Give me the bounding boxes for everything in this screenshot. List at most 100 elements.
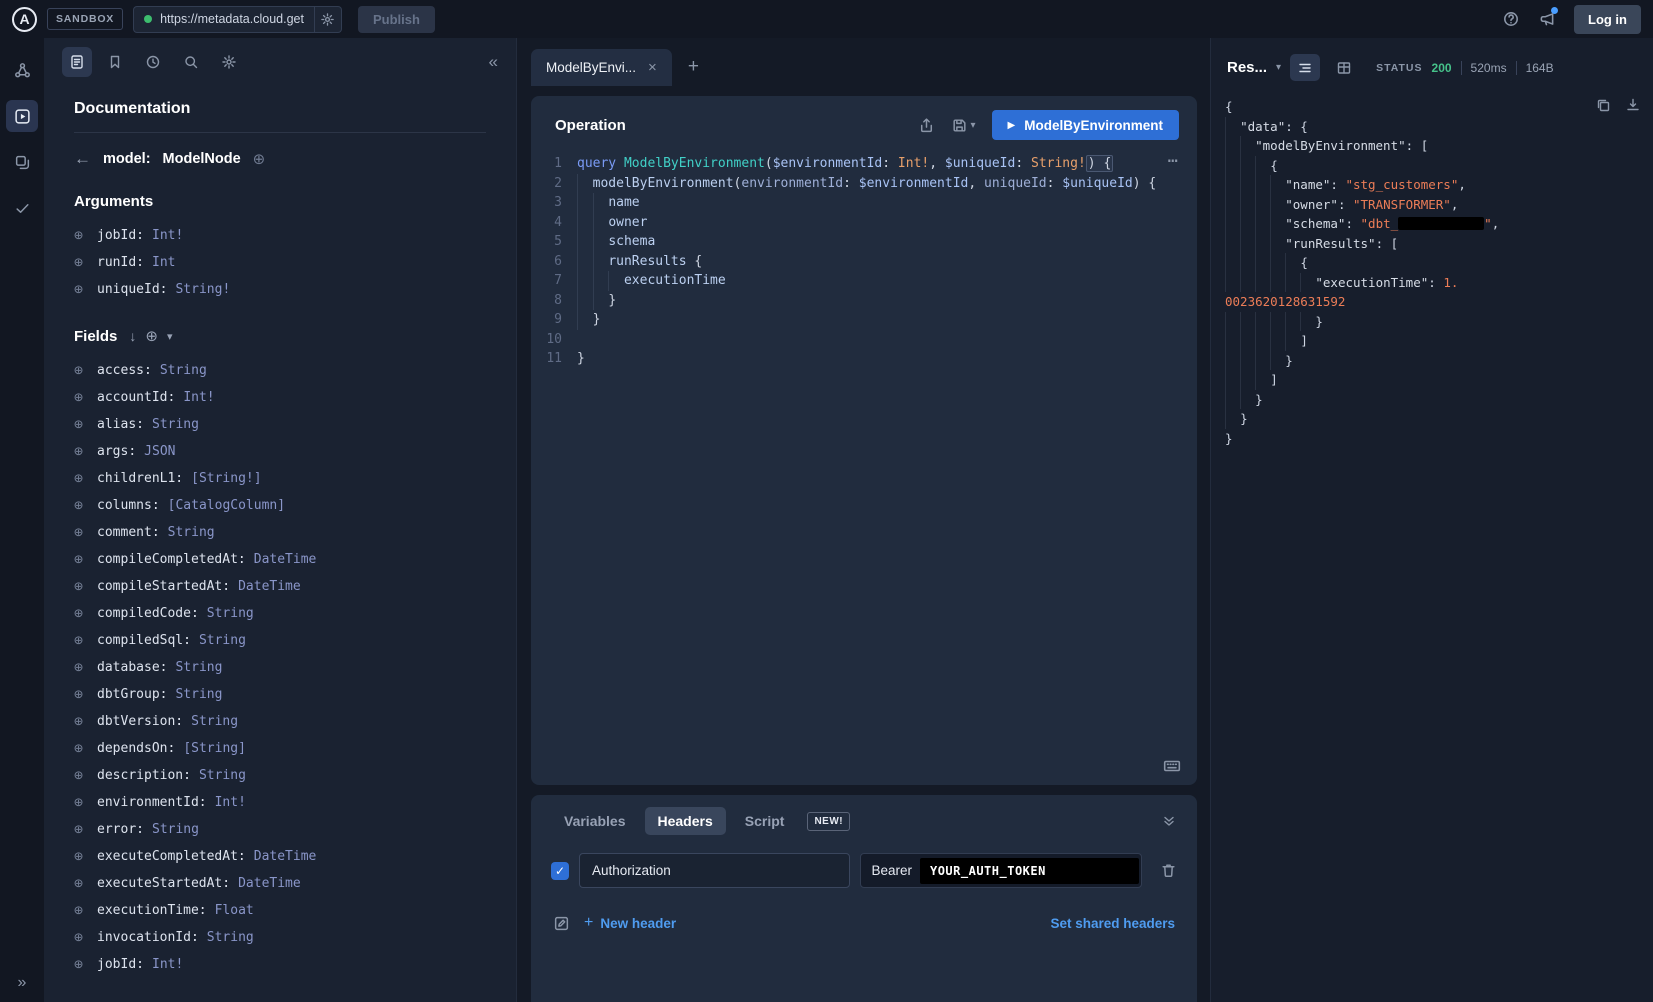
operation-tab[interactable]: ModelByEnvi... × [531, 49, 672, 86]
doc-field-row[interactable]: ⊕runId:Int [74, 249, 486, 276]
doc-field-row[interactable]: ⊕access:String [74, 357, 486, 384]
field-type[interactable]: DateTime [238, 876, 301, 891]
close-tab-icon[interactable]: × [648, 59, 657, 76]
field-type[interactable]: Float [215, 903, 254, 918]
doc-field-row[interactable]: ⊕invocationId:String [74, 924, 486, 951]
editor-menu-button[interactable]: ⋯ [1168, 152, 1179, 172]
add-to-query-icon[interactable]: ⊕ [74, 363, 83, 378]
doc-field-row[interactable]: ⊕description:String [74, 762, 486, 789]
copy-response-button[interactable] [1595, 97, 1611, 113]
doc-field-row[interactable]: ⊕executeStartedAt:DateTime [74, 870, 486, 897]
field-type[interactable]: DateTime [254, 552, 317, 567]
auth-token-pill[interactable]: YOUR_AUTH_TOKEN [920, 858, 1139, 884]
share-operation-button[interactable] [918, 117, 935, 134]
doc-field-row[interactable]: ⊕executeCompletedAt:DateTime [74, 843, 486, 870]
field-type[interactable]: String [152, 417, 199, 432]
doc-field-row[interactable]: ⊕compiledCode:String [74, 600, 486, 627]
add-to-query-icon[interactable]: ⊕ [74, 282, 83, 297]
doc-field-row[interactable]: ⊕uniqueId:String! [74, 276, 486, 303]
add-to-query-icon[interactable]: ⊕ [74, 228, 83, 243]
nav-checklist-button[interactable] [6, 192, 38, 224]
add-to-query-icon[interactable]: ⊕ [74, 525, 83, 540]
add-to-query-icon[interactable]: ⊕ [74, 660, 83, 675]
doc-field-row[interactable]: ⊕compiledSql:String [74, 627, 486, 654]
add-to-query-icon[interactable]: ⊕ [74, 822, 83, 837]
response-dropdown-chevron-icon[interactable]: ▾ [1276, 62, 1281, 73]
doc-field-row[interactable]: ⊕compileStartedAt:DateTime [74, 573, 486, 600]
add-to-query-icon[interactable]: ⊕ [74, 768, 83, 783]
save-operation-button[interactable]: ▾ [951, 117, 976, 134]
new-header-button[interactable]: + New header [584, 914, 676, 932]
doc-field-row[interactable]: ⊕dbtVersion:String [74, 708, 486, 735]
delete-header-button[interactable] [1160, 862, 1177, 879]
field-type[interactable]: String [175, 687, 222, 702]
add-to-query-icon[interactable]: ⊕ [74, 876, 83, 891]
add-to-query-icon[interactable]: ⊕ [74, 255, 83, 270]
field-type[interactable]: String! [175, 282, 230, 297]
nav-explorer-button[interactable] [6, 100, 38, 132]
add-to-query-icon[interactable]: ⊕ [74, 687, 83, 702]
add-to-query-icon[interactable]: ⊕ [74, 417, 83, 432]
fields-options-chevron-icon[interactable]: ▾ [167, 330, 173, 343]
collapse-panel-button[interactable] [1161, 813, 1177, 829]
collapse-docs-button[interactable]: « [489, 52, 498, 72]
set-shared-headers-link[interactable]: Set shared headers [1050, 916, 1175, 931]
add-to-query-icon[interactable]: ⊕ [74, 606, 83, 621]
add-to-query-icon[interactable]: ⊕ [74, 633, 83, 648]
environment-variables-button[interactable] [553, 915, 570, 932]
field-type[interactable]: [CatalogColumn] [168, 498, 285, 513]
field-type[interactable]: String [191, 714, 238, 729]
field-type[interactable]: String [207, 606, 254, 621]
doc-field-row[interactable]: ⊕compileCompletedAt:DateTime [74, 546, 486, 573]
field-type[interactable]: String [168, 525, 215, 540]
doc-field-row[interactable]: ⊕jobId:Int! [74, 951, 486, 978]
field-type[interactable]: String [160, 363, 207, 378]
saved-operations-button[interactable] [100, 47, 130, 77]
doc-field-row[interactable]: ⊕accountId:Int! [74, 384, 486, 411]
doc-field-row[interactable]: ⊕jobId:Int! [74, 222, 486, 249]
add-all-fields-icon[interactable]: ⊕ [145, 327, 158, 345]
nav-schema-button[interactable] [6, 54, 38, 86]
history-button[interactable] [138, 47, 168, 77]
login-button[interactable]: Log in [1574, 5, 1641, 34]
field-type[interactable]: String [199, 768, 246, 783]
sort-fields-icon[interactable]: ↓ [129, 328, 136, 344]
add-to-query-icon[interactable]: ⊕ [74, 552, 83, 567]
doc-field-row[interactable]: ⊕childrenL1:[String!] [74, 465, 486, 492]
field-type[interactable]: DateTime [238, 579, 301, 594]
new-tab-button[interactable]: + [682, 56, 705, 86]
add-to-query-icon[interactable]: ⊕ [74, 741, 83, 756]
field-type[interactable]: Int! [152, 228, 183, 243]
add-to-query-icon[interactable]: ⊕ [74, 903, 83, 918]
docs-settings-button[interactable] [214, 47, 244, 77]
add-to-query-icon[interactable]: ⊕ [74, 498, 83, 513]
field-type[interactable]: String [152, 822, 199, 837]
add-to-query-icon[interactable]: ⊕ [74, 957, 83, 972]
apollo-logo[interactable]: A [12, 7, 37, 32]
help-button[interactable] [1498, 6, 1524, 32]
tab-script[interactable]: Script [732, 807, 798, 835]
doc-field-row[interactable]: ⊕comment:String [74, 519, 486, 546]
download-response-button[interactable] [1625, 97, 1641, 113]
header-key-input[interactable]: Authorization [579, 853, 850, 888]
expand-rail-button[interactable]: » [18, 974, 27, 992]
add-to-query-icon[interactable]: ⊕ [74, 714, 83, 729]
back-arrow-icon[interactable]: ← [74, 149, 91, 169]
tab-variables[interactable]: Variables [551, 807, 639, 835]
keyboard-shortcuts-button[interactable] [1163, 757, 1181, 775]
doc-field-row[interactable]: ⊕error:String [74, 816, 486, 843]
doc-field-row[interactable]: ⊕args:JSON [74, 438, 486, 465]
field-type[interactable]: JSON [144, 444, 175, 459]
doc-field-row[interactable]: ⊕dependsOn:[String] [74, 735, 486, 762]
connection-settings-button[interactable] [315, 6, 342, 33]
field-type[interactable]: [String] [183, 741, 246, 756]
add-to-query-icon[interactable]: ⊕ [74, 444, 83, 459]
add-to-query-icon[interactable]: ⊕ [74, 849, 83, 864]
add-to-query-icon[interactable]: ⊕ [74, 795, 83, 810]
field-type[interactable]: Int! [183, 390, 214, 405]
docs-tab-button[interactable] [62, 47, 92, 77]
announcements-button[interactable] [1534, 6, 1560, 32]
breadcrumb-type[interactable]: ModelNode [163, 151, 241, 167]
doc-field-row[interactable]: ⊕environmentId:Int! [74, 789, 486, 816]
doc-field-row[interactable]: ⊕columns:[CatalogColumn] [74, 492, 486, 519]
